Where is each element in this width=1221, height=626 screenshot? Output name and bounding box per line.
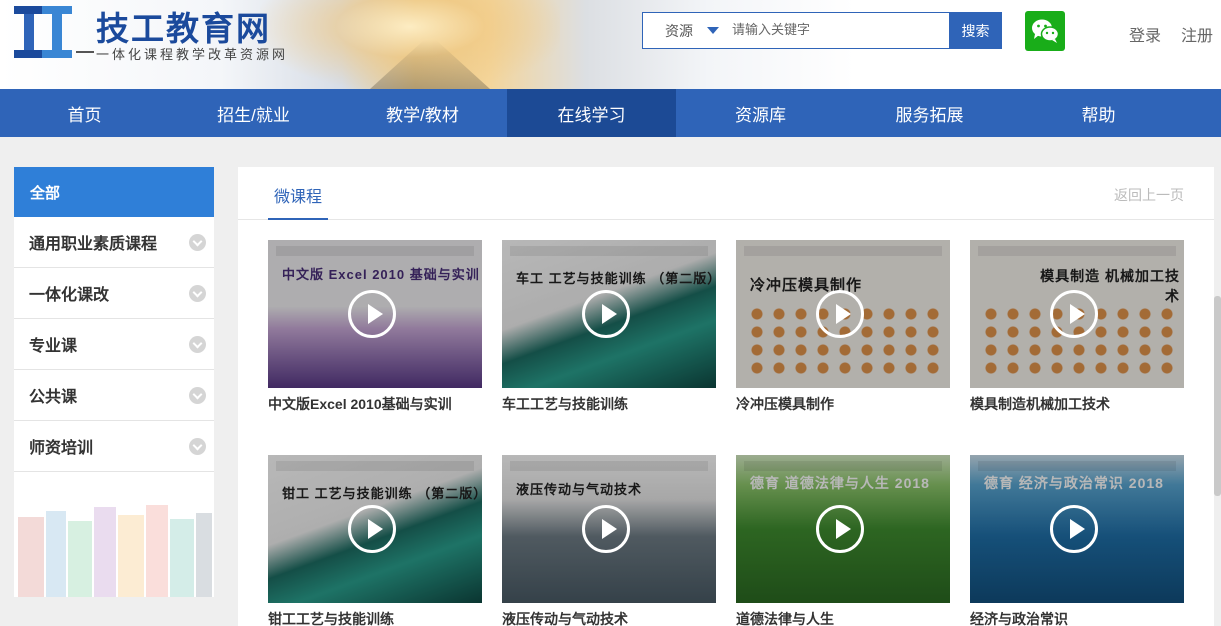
course-title[interactable]: 模具制造机械加工技术: [970, 394, 1184, 414]
nav-item-enrollment[interactable]: 招生/就业: [169, 89, 338, 137]
back-link[interactable]: 返回上一页: [1114, 185, 1184, 205]
nav-item-help[interactable]: 帮助: [1014, 89, 1183, 137]
course-thumbnail[interactable]: 冷冲压模具制作: [736, 240, 950, 388]
sidebar-item-teacher-training[interactable]: 师资培训: [14, 421, 214, 472]
sidebar-item-public[interactable]: 公共课: [14, 370, 214, 421]
sidebar-item-label: 一体化课改: [29, 287, 110, 304]
books-decoration-image: [18, 505, 212, 597]
chevron-down-icon: [189, 284, 206, 302]
nav-item-teaching[interactable]: 教学/教材: [338, 89, 507, 137]
course-title[interactable]: 中文版Excel 2010基础与实训: [268, 394, 482, 414]
course-card[interactable]: 德育 道德法律与人生 2018 道德法律与人生: [736, 455, 950, 626]
sidebar-item-label: 专业课: [29, 338, 78, 355]
login-link[interactable]: 登录: [1129, 22, 1161, 46]
course-thumbnail[interactable]: 德育 经济与政治常识 2018: [970, 455, 1184, 603]
search-input[interactable]: [728, 13, 948, 48]
sidebar-item-label: 公共课: [29, 389, 78, 406]
course-card[interactable]: 中文版 Excel 2010 基础与实训 中文版Excel 2010基础与实训: [268, 240, 482, 414]
search-scope-select[interactable]: 资源: [643, 13, 728, 48]
course-thumbnail[interactable]: 德育 道德法律与人生 2018: [736, 455, 950, 603]
page-scrollbar[interactable]: [1214, 296, 1221, 496]
nav-item-online-learning[interactable]: 在线学习: [507, 89, 676, 137]
play-icon[interactable]: [582, 505, 630, 553]
site-subtitle: 一体化课程教学改革资源网: [96, 48, 289, 63]
tab-bar: 微课程 返回上一页: [238, 167, 1214, 220]
sidebar-item-integrated-reform[interactable]: 一体化课改: [14, 268, 214, 319]
course-title[interactable]: 冷冲压模具制作: [736, 394, 950, 414]
nav-item-services[interactable]: 服务拓展: [845, 89, 1014, 137]
play-icon[interactable]: [1050, 505, 1098, 553]
header: 技工教育网 一体化课程教学改革资源网 资源 搜索 登录 注册: [0, 0, 1221, 89]
sidebar-item-general-quality[interactable]: 通用职业素质课程: [14, 217, 214, 268]
course-title[interactable]: 道德法律与人生: [736, 609, 950, 626]
play-icon[interactable]: [1050, 290, 1098, 338]
course-card[interactable]: 钳工 工艺与技能训练 （第二版） 钳工工艺与技能训练: [268, 455, 482, 626]
sidebar-item-professional[interactable]: 专业课: [14, 319, 214, 370]
logo-icon[interactable]: [12, 2, 74, 64]
sidebar-item-label: 通用职业素质课程: [29, 236, 158, 253]
course-card[interactable]: 德育 经济与政治常识 2018 经济与政治常识: [970, 455, 1184, 626]
course-title[interactable]: 经济与政治常识: [970, 609, 1184, 626]
tab-micro-course[interactable]: 微课程: [274, 183, 322, 207]
nav-item-home[interactable]: 首页: [0, 89, 169, 137]
course-card[interactable]: 冷冲压模具制作 冷冲压模具制作: [736, 240, 950, 414]
play-icon[interactable]: [348, 505, 396, 553]
tab-active-indicator: [268, 218, 328, 220]
play-icon[interactable]: [816, 290, 864, 338]
course-panel: 微课程 返回上一页 中文版 Excel 2010 基础与实训 中文版Excel …: [238, 167, 1214, 626]
course-thumbnail[interactable]: 车工 工艺与技能训练 （第二版）: [502, 240, 716, 388]
chevron-down-icon: [189, 233, 206, 251]
course-thumbnail[interactable]: 液压传动与气动技术: [502, 455, 716, 603]
course-title[interactable]: 钳工工艺与技能训练: [268, 609, 482, 626]
course-thumbnail[interactable]: 中文版 Excel 2010 基础与实训: [268, 240, 482, 388]
play-icon[interactable]: [816, 505, 864, 553]
chevron-down-icon: [189, 335, 206, 353]
register-link[interactable]: 注册: [1181, 22, 1213, 46]
sidebar-item-all[interactable]: 全部: [14, 167, 214, 217]
sidebar-item-label: 师资培训: [29, 440, 94, 457]
search-bar: 资源 搜索: [642, 12, 1002, 49]
main-nav: 首页 招生/就业 教学/教材 在线学习 资源库 服务拓展 帮助: [0, 89, 1221, 137]
site-title[interactable]: 技工教育网: [96, 2, 271, 50]
play-icon[interactable]: [348, 290, 396, 338]
course-thumbnail[interactable]: 模具制造 机械加工技术: [970, 240, 1184, 388]
search-button[interactable]: 搜索: [949, 12, 1002, 49]
chevron-down-icon: [189, 437, 206, 455]
course-thumbnail[interactable]: 钳工 工艺与技能训练 （第二版）: [268, 455, 482, 603]
course-card[interactable]: 液压传动与气动技术 液压传动与气动技术: [502, 455, 716, 626]
caret-down-icon: [707, 27, 719, 34]
course-card[interactable]: 车工 工艺与技能训练 （第二版） 车工工艺与技能训练: [502, 240, 716, 414]
wechat-button[interactable]: [1025, 11, 1065, 51]
search-scope-label: 资源: [665, 22, 693, 39]
nav-item-resources[interactable]: 资源库: [676, 89, 845, 137]
play-icon[interactable]: [582, 290, 630, 338]
course-title[interactable]: 液压传动与气动技术: [502, 609, 716, 626]
course-title[interactable]: 车工工艺与技能训练: [502, 394, 716, 414]
chevron-down-icon: [189, 386, 206, 404]
wechat-icon: [1032, 19, 1060, 43]
category-sidebar: 全部 通用职业素质课程 一体化课改 专业课 公共课 师资培训: [14, 167, 214, 597]
course-card[interactable]: 模具制造 机械加工技术 模具制造机械加工技术: [970, 240, 1184, 414]
subtitle-divider: [76, 51, 94, 53]
